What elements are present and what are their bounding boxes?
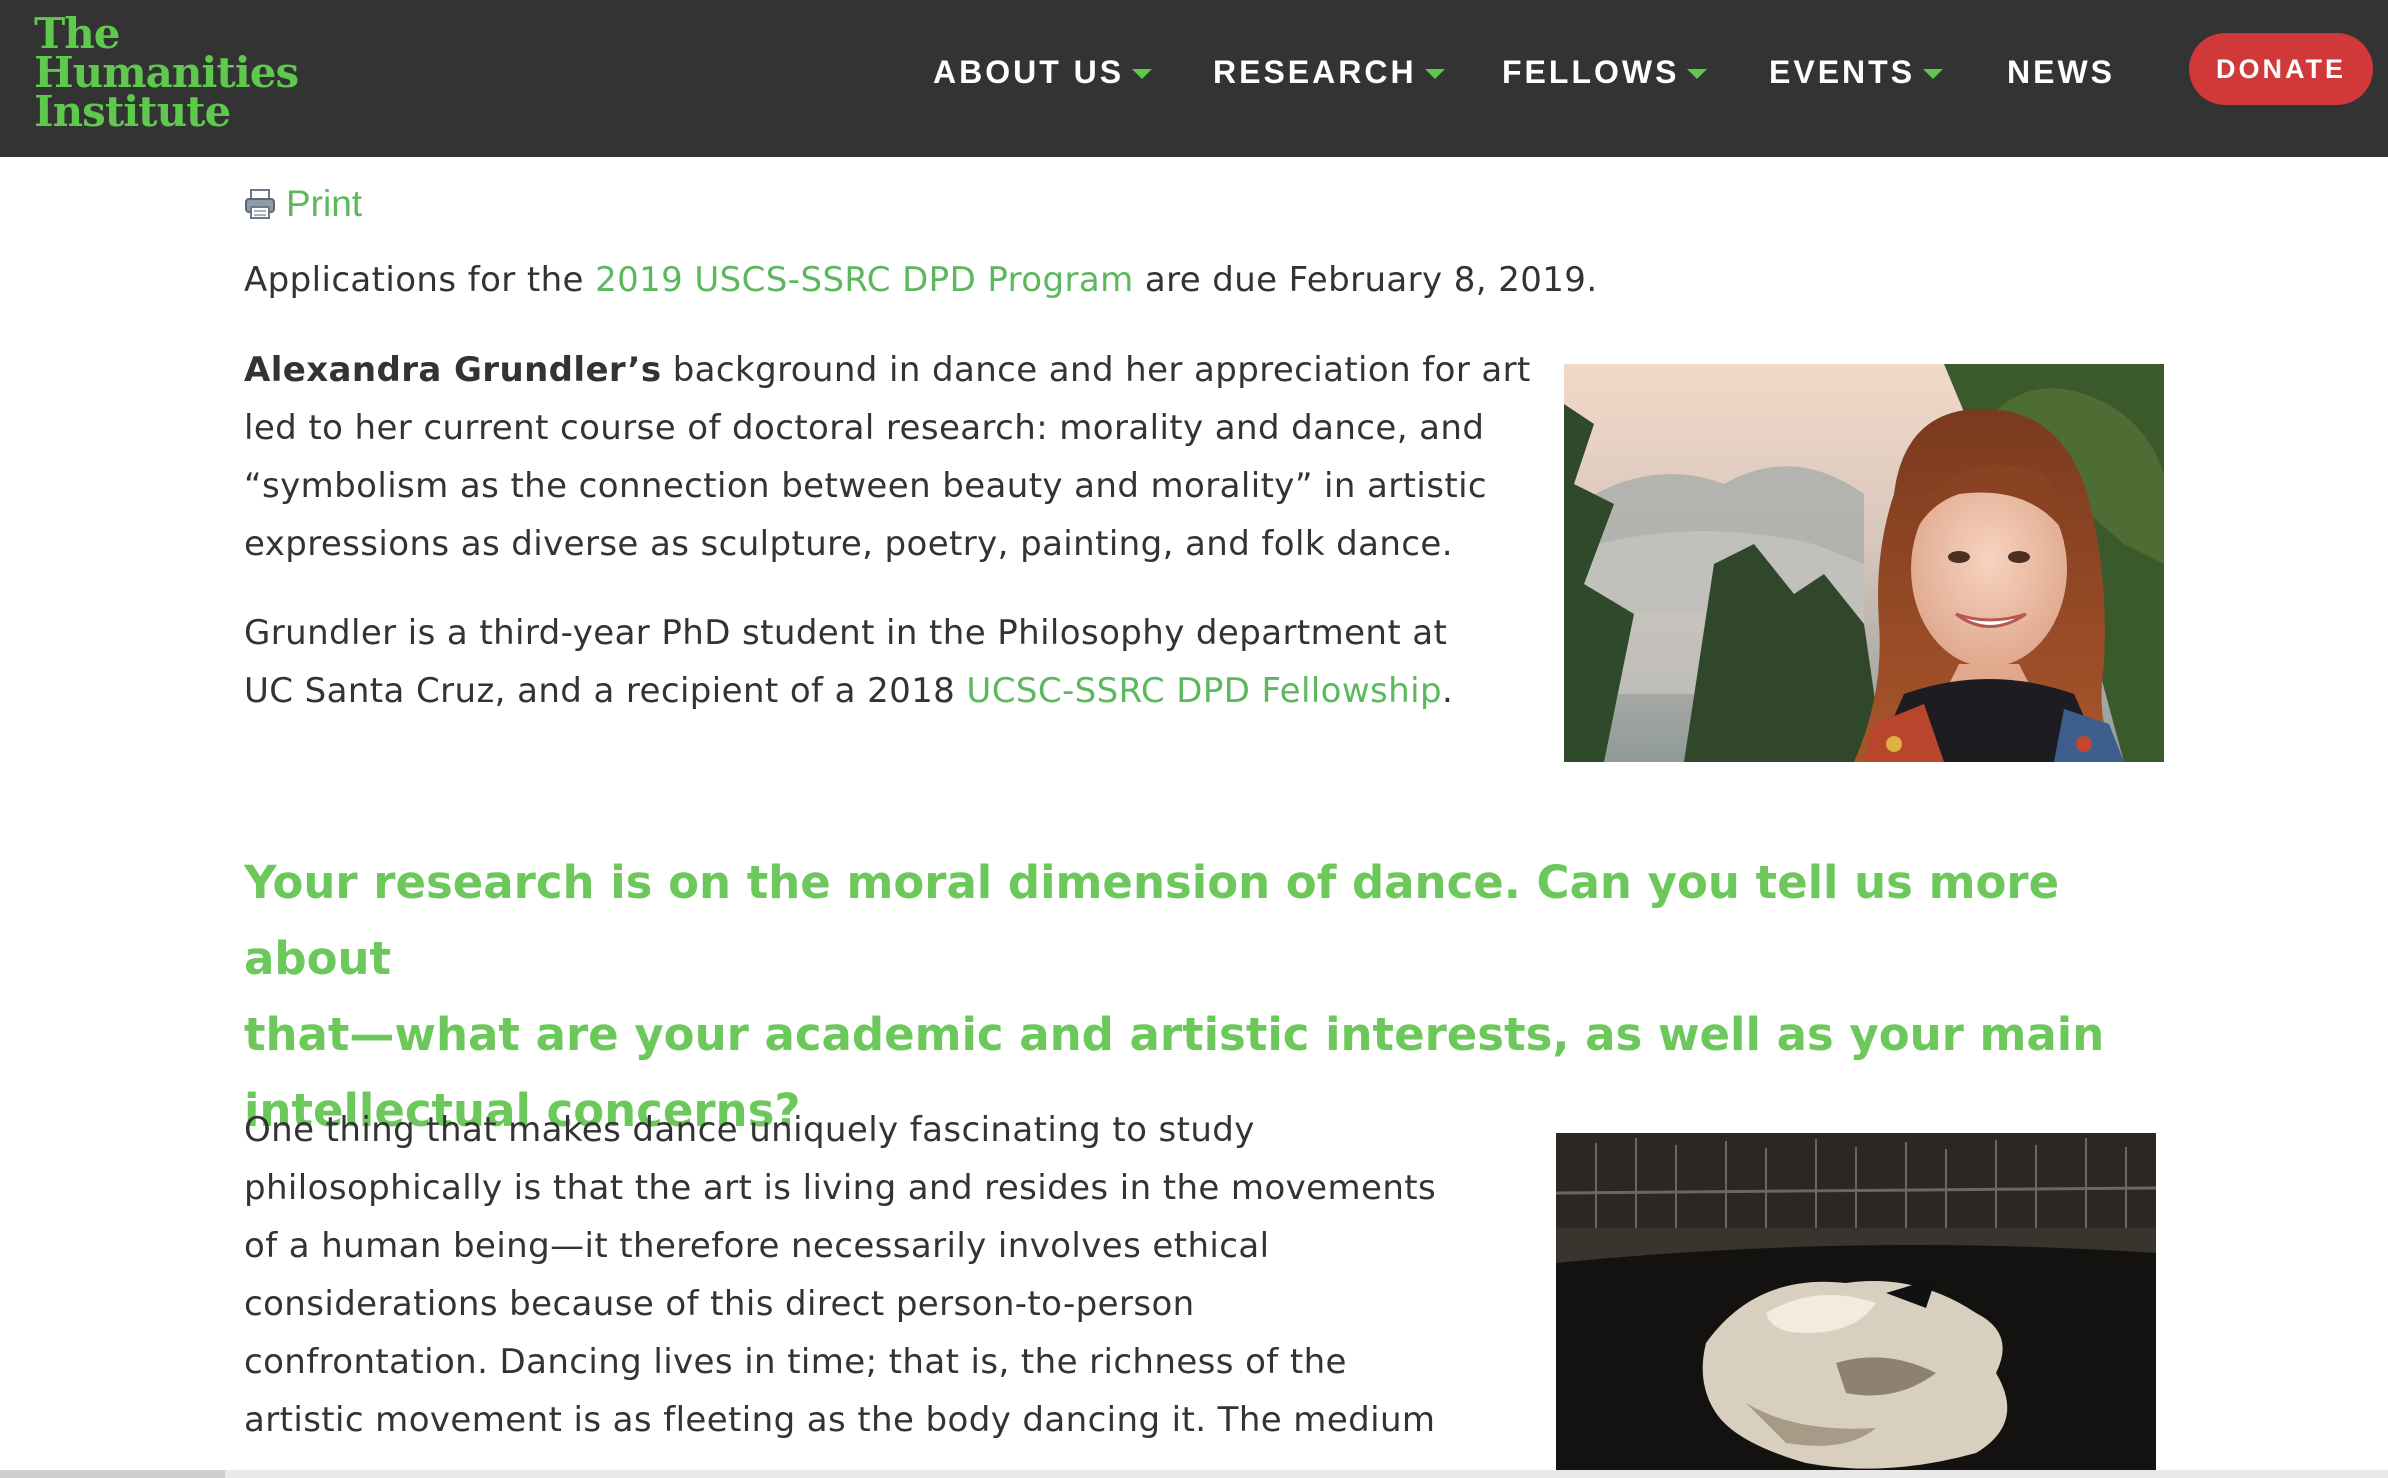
interview-answer: One thing that makes dance uniquely fasc…: [244, 1101, 1436, 1449]
dance-photo: [1556, 1133, 2156, 1478]
nav-item-label: RESEARCH: [1213, 53, 1417, 90]
nav-item-about-us[interactable]: ABOUT US: [933, 50, 1153, 94]
site-header: The Humanities Institute ABOUT US RESEAR…: [0, 0, 2388, 157]
intro-suffix: are due February 8, 2019.: [1133, 260, 1598, 300]
horizontal-scrollbar[interactable]: [0, 1470, 2388, 1478]
bio-paragraph-1: Alexandra Grundler’s background in dance…: [244, 341, 1531, 573]
program-link[interactable]: 2019 USCS-SSRC DPD Program: [595, 260, 1134, 300]
answer-line: artistic movement is as fleeting as the …: [244, 1400, 1436, 1440]
nav-item-research[interactable]: RESEARCH: [1213, 50, 1445, 94]
bio-text: .: [1441, 671, 1454, 711]
printer-icon: [245, 189, 275, 219]
chevron-down-icon: [1687, 69, 1708, 79]
nav-item-news[interactable]: NEWS: [2007, 50, 2115, 94]
print-label: Print: [286, 183, 363, 224]
answer-line: confrontation. Dancing lives in time; th…: [244, 1342, 1347, 1382]
bio-text: background in dance and her appreciation…: [661, 350, 1531, 390]
intro-prefix: Applications for the: [244, 260, 596, 300]
answer-line: philosophically is that the art is livin…: [244, 1168, 1437, 1208]
nav-item-fellows[interactable]: FELLOWS: [1502, 50, 1708, 94]
answer-line: One thing that makes dance uniquely fasc…: [244, 1110, 1255, 1150]
answer-line: considerations because of this direct pe…: [244, 1284, 1195, 1324]
portrait-photo: [1564, 364, 2164, 762]
donate-button[interactable]: DONATE: [2189, 33, 2373, 105]
fellowship-link[interactable]: UCSC-SSRC DPD Fellowship: [966, 671, 1442, 711]
bio-line: Grundler is a third-year PhD student in …: [244, 613, 1448, 653]
chevron-down-icon: [1132, 69, 1153, 79]
print-link[interactable]: Print: [244, 183, 362, 225]
answer-line: of a human being—it therefore necessaril…: [244, 1226, 1270, 1266]
bio-text: UC Santa Cruz, and a recipient of a 2018: [244, 671, 967, 711]
bio-line: led to her current course of doctoral re…: [244, 408, 1485, 448]
bio-line: expressions as diverse as sculpture, poe…: [244, 524, 1453, 564]
chevron-down-icon: [1923, 69, 1944, 79]
site-logo[interactable]: The Humanities Institute: [34, 13, 299, 136]
bio-line: Alexandra Grundler’s background in dance…: [244, 341, 1531, 399]
logo-line-3: Institute: [34, 87, 231, 136]
bio-line: UC Santa Cruz, and a recipient of a 2018…: [244, 662, 1453, 720]
chevron-down-icon: [1424, 69, 1445, 79]
fellow-name: Alexandra Grundler’s: [244, 350, 662, 390]
intro-paragraph: Applications for the 2019 USCS-SSRC DPD …: [244, 251, 1598, 309]
nav-item-label: ABOUT US: [933, 53, 1125, 90]
bio-line: “symbolism as the connection between bea…: [244, 466, 1488, 506]
nav-item-label: EVENTS: [1769, 53, 1916, 90]
nav-item-label: NEWS: [2007, 53, 2115, 90]
scrollbar-thumb[interactable]: [0, 1470, 225, 1478]
question-line: Your research is on the moral dimension …: [244, 856, 2060, 985]
nav-item-label: FELLOWS: [1502, 53, 1680, 90]
bio-paragraph-2: Grundler is a third-year PhD student in …: [244, 604, 1453, 720]
nav-item-events[interactable]: EVENTS: [1769, 50, 1944, 94]
question-line: that—what are your academic and artistic…: [244, 1008, 2105, 1061]
